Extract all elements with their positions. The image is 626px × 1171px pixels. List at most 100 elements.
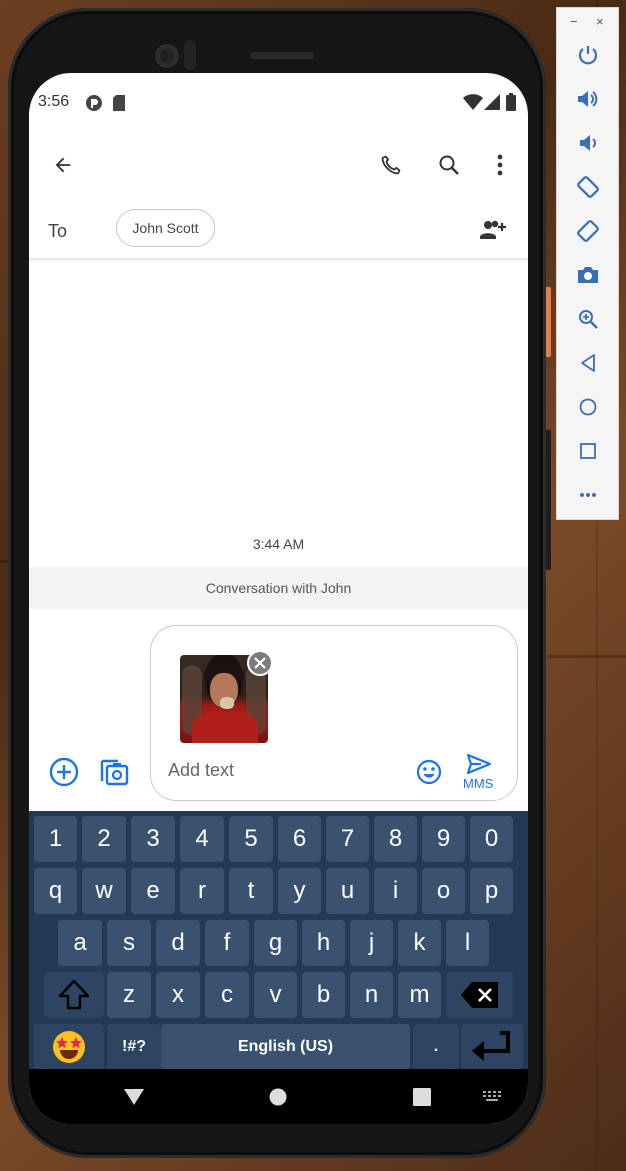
cell-signal-icon — [484, 94, 500, 115]
conversation-banner: Conversation with John — [29, 567, 528, 609]
key[interactable]: y — [278, 868, 321, 914]
key[interactable]: 1 — [34, 816, 77, 862]
key[interactable]: v — [254, 972, 297, 1018]
key[interactable]: f — [205, 920, 249, 966]
status-bar: 3:56 — [29, 73, 528, 133]
key[interactable]: 9 — [422, 816, 465, 862]
key[interactable]: s — [107, 920, 151, 966]
send-icon[interactable] — [464, 752, 494, 776]
key[interactable]: 7 — [326, 816, 369, 862]
more-vert-icon[interactable] — [482, 147, 518, 183]
key[interactable]: g — [254, 920, 297, 966]
keyboard-switch-icon[interactable] — [479, 1087, 507, 1107]
close-window-button[interactable]: × — [596, 14, 604, 29]
minimize-window-button[interactable]: − — [570, 14, 578, 29]
key[interactable]: z — [107, 972, 151, 1018]
more-horiz-icon[interactable] — [573, 480, 603, 510]
proximity-sensor — [184, 40, 196, 70]
key[interactable]: 0 — [470, 816, 513, 862]
image-popcorn — [220, 697, 234, 709]
power-side-button[interactable] — [546, 287, 551, 357]
key[interactable]: a — [58, 920, 102, 966]
wifi-icon — [463, 94, 483, 115]
navigation-bar — [29, 1069, 528, 1124]
backspace-icon — [460, 982, 498, 1008]
to-label: To — [48, 221, 68, 241]
wood-grain — [548, 655, 626, 658]
nav-recents-icon[interactable] — [407, 1083, 437, 1111]
key[interactable]: x — [156, 972, 200, 1018]
add-attachment-icon[interactable] — [47, 755, 81, 789]
key[interactable]: h — [302, 920, 345, 966]
arrow-back-icon[interactable] — [45, 147, 81, 183]
key[interactable]: t — [229, 868, 273, 914]
key[interactable]: w — [82, 868, 126, 914]
send-mms-label[interactable]: MMS — [463, 776, 493, 791]
key[interactable]: 3 — [131, 816, 175, 862]
app-notification-icon — [85, 94, 103, 117]
image-jacket — [192, 711, 258, 743]
soft-keyboard: 1 2 3 4 5 6 7 8 9 0 q w e r t y u i o p … — [29, 811, 528, 1070]
rotate-right-icon[interactable] — [573, 216, 603, 246]
key[interactable]: r — [180, 868, 224, 914]
recipient-row: To John Scott — [29, 199, 528, 259]
key[interactable]: 5 — [229, 816, 273, 862]
shift-key[interactable] — [44, 972, 104, 1018]
back-icon[interactable] — [573, 348, 603, 378]
symbols-key[interactable]: !#? — [107, 1024, 161, 1070]
key[interactable]: m — [398, 972, 441, 1018]
search-icon[interactable] — [431, 147, 467, 183]
space-key[interactable]: English (US) — [161, 1024, 410, 1070]
rotate-left-icon[interactable] — [573, 172, 603, 202]
key[interactable]: b — [302, 972, 345, 1018]
backspace-key[interactable] — [446, 972, 513, 1018]
key[interactable]: 8 — [374, 816, 417, 862]
phone-icon[interactable] — [373, 147, 409, 183]
volume-up-icon[interactable] — [573, 84, 603, 114]
key[interactable]: i — [374, 868, 417, 914]
enter-icon — [472, 1031, 510, 1061]
emoji-key[interactable] — [34, 1024, 104, 1070]
key[interactable]: k — [398, 920, 441, 966]
front-camera — [155, 44, 179, 68]
key[interactable]: 2 — [82, 816, 126, 862]
key[interactable]: q — [34, 868, 77, 914]
key[interactable]: u — [326, 868, 369, 914]
camera-icon[interactable] — [573, 260, 603, 290]
key[interactable]: o — [422, 868, 465, 914]
key[interactable]: n — [350, 972, 393, 1018]
message-timestamp: 3:44 AM — [252, 536, 305, 552]
phone-screen: 3:56 To John Scott 3:44 AM Conversation … — [29, 73, 528, 1124]
battery-icon — [506, 93, 516, 116]
volume-side-button[interactable] — [546, 430, 551, 570]
key[interactable]: p — [470, 868, 513, 914]
period-key[interactable]: . — [413, 1024, 459, 1070]
key[interactable]: j — [350, 920, 393, 966]
emoji-icon[interactable] — [413, 756, 445, 788]
star-eyes-emoji-icon — [53, 1031, 85, 1063]
key[interactable]: c — [205, 972, 249, 1018]
overview-icon[interactable] — [573, 436, 603, 466]
earpiece-speaker — [250, 52, 314, 59]
key[interactable]: 6 — [278, 816, 321, 862]
key[interactable]: e — [131, 868, 175, 914]
home-icon[interactable] — [573, 392, 603, 422]
volume-down-icon[interactable] — [573, 128, 603, 158]
power-icon[interactable] — [573, 40, 603, 70]
emulator-control-panel: − × — [556, 7, 619, 520]
zoom-icon[interactable] — [573, 304, 603, 334]
message-input[interactable]: Add text — [168, 760, 234, 781]
nav-back-icon[interactable] — [119, 1083, 149, 1111]
key[interactable]: d — [156, 920, 200, 966]
compose-box: Add text MMS — [150, 625, 518, 801]
status-time: 3:56 — [38, 93, 70, 110]
key[interactable]: 4 — [180, 816, 224, 862]
remove-attachment-icon[interactable] — [247, 650, 273, 676]
sd-card-icon — [112, 94, 126, 117]
enter-key[interactable] — [461, 1024, 523, 1070]
key[interactable]: l — [446, 920, 489, 966]
group-add-icon[interactable] — [476, 213, 512, 245]
nav-home-icon[interactable] — [263, 1083, 293, 1111]
recipient-chip[interactable]: John Scott — [116, 209, 215, 247]
gallery-camera-icon[interactable] — [96, 755, 132, 789]
